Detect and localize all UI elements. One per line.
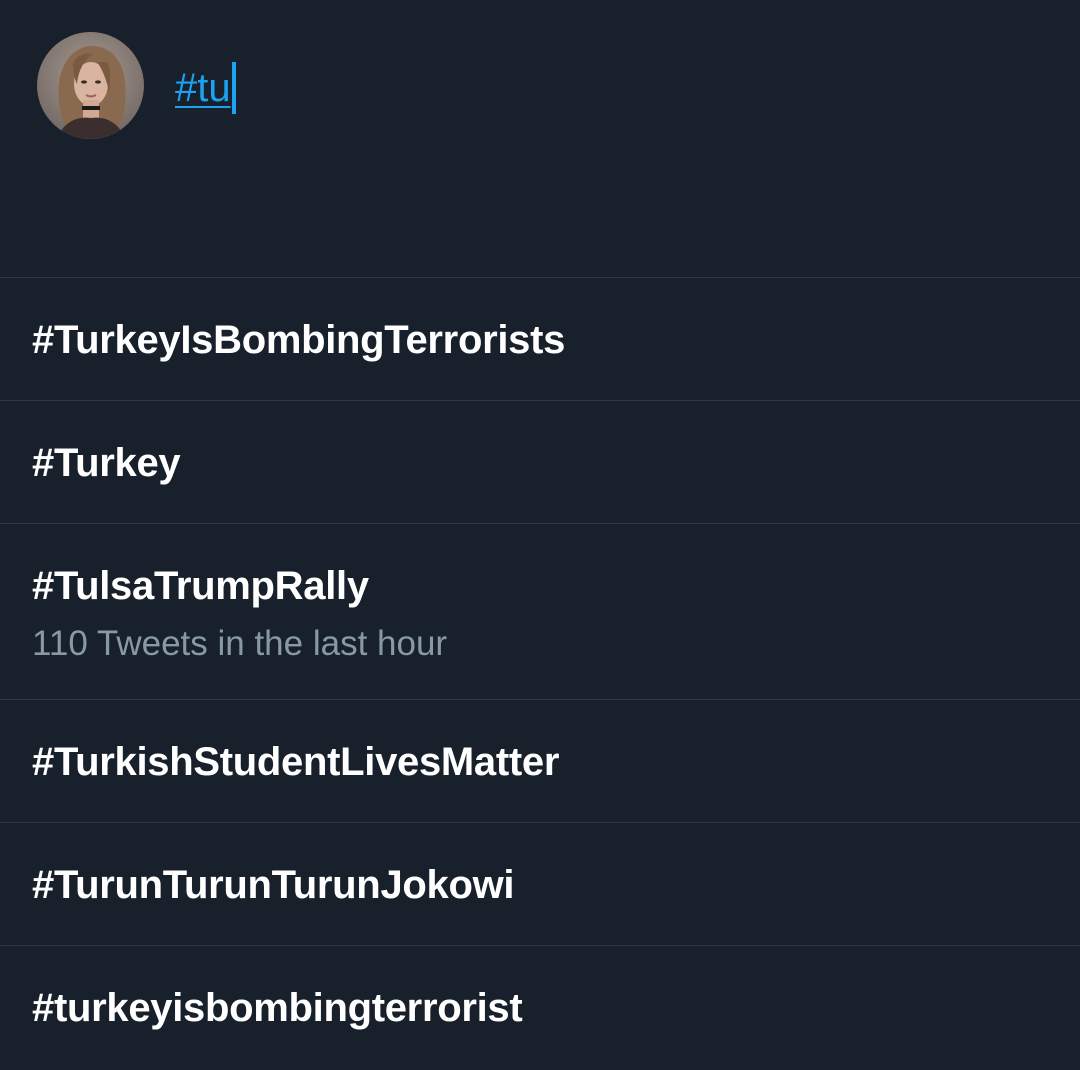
compose-area: #tu xyxy=(0,0,1080,277)
suggestion-hashtag: #TurkishStudentLivesMatter xyxy=(32,740,560,784)
suggestion-hashtag: #TurkeyIsBombingTerrorists xyxy=(32,318,566,362)
suggestion-hashtag: #TurunTurunTurunJokowi xyxy=(32,863,515,907)
hashtag-suggestion-list: #TurkeyIsBombingTerrorists #Turkey #Tuls… xyxy=(0,277,1080,1068)
suggestion-item[interactable]: #turkeyisbombingterrorist xyxy=(0,945,1080,1068)
avatar-photo-icon xyxy=(37,32,144,139)
suggestion-hashtag: #turkeyisbombingterrorist xyxy=(32,986,523,1030)
suggestion-tweet-count: 110 Tweets in the last hour xyxy=(32,624,448,663)
search-query-text: #tu xyxy=(175,66,231,110)
suggestion-item[interactable]: #TurunTurunTurunJokowi xyxy=(0,822,1080,945)
suggestion-item[interactable]: #TulsaTrumpRally 110 Tweets in the last … xyxy=(0,523,1080,699)
user-avatar[interactable] xyxy=(37,32,144,139)
suggestion-hashtag: #TulsaTrumpRally xyxy=(32,564,369,608)
text-cursor xyxy=(231,62,236,114)
suggestion-item[interactable]: #Turkey xyxy=(0,400,1080,523)
suggestion-item[interactable]: #TurkeyIsBombingTerrorists xyxy=(0,277,1080,400)
search-query-field[interactable]: #tu xyxy=(175,62,236,114)
suggestion-item[interactable]: #TurkishStudentLivesMatter xyxy=(0,699,1080,822)
suggestion-hashtag: #Turkey xyxy=(32,441,181,485)
